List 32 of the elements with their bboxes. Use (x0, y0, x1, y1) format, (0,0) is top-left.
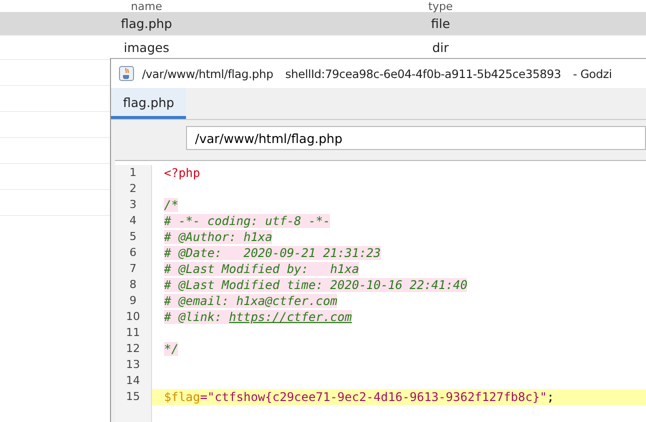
code-line: # @link: https://ctfer.com (164, 310, 352, 324)
line-number: 8 (115, 277, 152, 293)
line-number: 6 (115, 245, 152, 261)
line-number: 3 (115, 197, 152, 213)
path-field[interactable]: /var/www/html/flag.php (186, 126, 646, 150)
column-header[interactable]: type (293, 1, 588, 12)
code-line: $flag="ctfshow{c29cee71-9ec2-4d16-9613-9362f127fb8c}"; (164, 390, 554, 404)
line-number: 1 (115, 165, 152, 181)
line-number: 11 (115, 325, 152, 341)
line-number: 13 (115, 357, 152, 373)
line-number: 4 (115, 213, 152, 229)
java-cup-icon (119, 66, 134, 81)
file-row[interactable]: flag.php file (0, 12, 646, 36)
shell-id: shellId:79cea98c-6e04-4f0b-a911-5b425ce35893 (285, 66, 561, 80)
file-type: file (430, 16, 452, 31)
line-number: 10 (115, 309, 152, 325)
app-name: - Godzi (572, 66, 612, 80)
file-type: dir (431, 40, 450, 55)
code-editor[interactable] (115, 160, 646, 422)
line-number: 2 (115, 181, 152, 197)
line-number: 9 (115, 293, 152, 309)
file-name: images (122, 40, 170, 55)
window-title: /var/www/html/flag.php (142, 66, 274, 80)
column-header[interactable]: name (0, 1, 293, 12)
line-number: 15 (115, 389, 152, 405)
line-number: 12 (115, 341, 152, 357)
line-number: 5 (115, 229, 152, 245)
file-tab[interactable]: flag.php (111, 88, 186, 119)
line-number: 7 (115, 261, 152, 277)
line-number: 14 (115, 373, 152, 389)
file-name: flag.php (120, 16, 174, 31)
code-line: <?php (164, 166, 200, 180)
